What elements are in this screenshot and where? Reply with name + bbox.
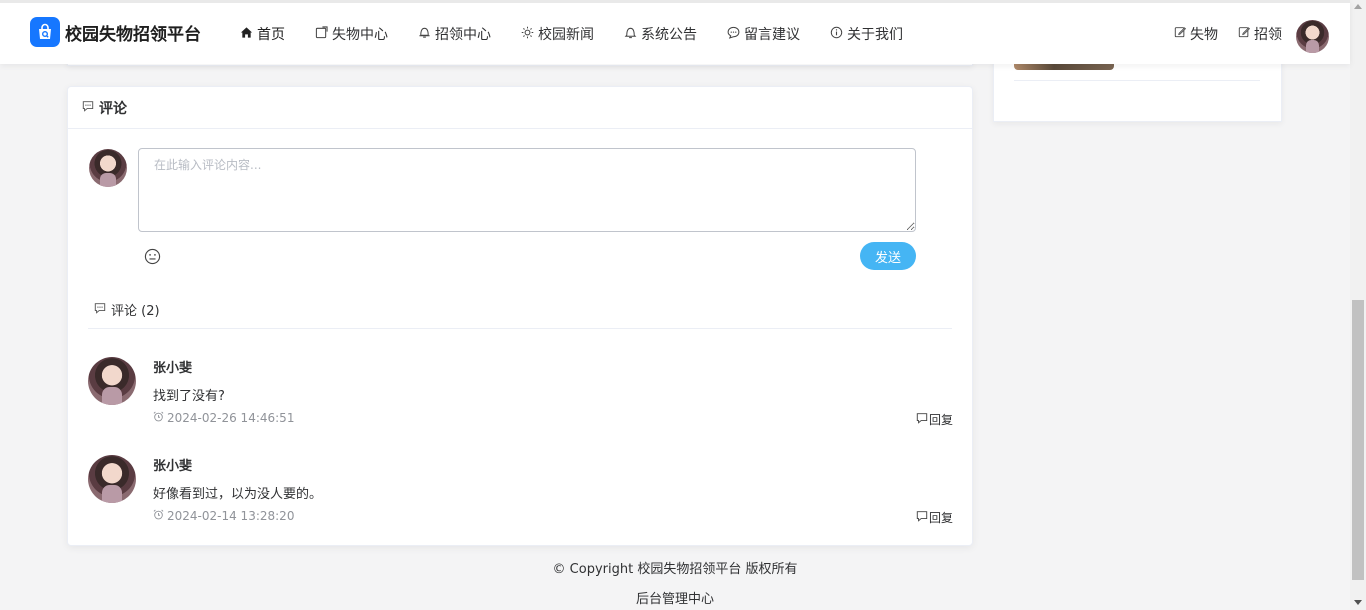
nav-item-home[interactable]: 首页 (240, 24, 285, 44)
post-found-link[interactable]: 招领 (1238, 24, 1282, 44)
comment-card-header: 评论 (68, 87, 972, 129)
nav-item-announcements[interactable]: 系统公告 (624, 24, 697, 44)
comment-time: 2024-02-14 13:28:20 (153, 509, 294, 523)
site-title: 校园失物招领平台 (65, 24, 201, 45)
emoji-icon[interactable] (144, 248, 161, 269)
comment-list-header: 评论 (2) (94, 300, 160, 319)
comment-text: 找到了没有? (153, 389, 225, 404)
home-icon (240, 26, 257, 43)
nav-item-campus-news[interactable]: 校园新闻 (521, 24, 594, 44)
nav-item-label: 留言建议 (744, 27, 800, 43)
nav-item-label: 招领中心 (435, 27, 491, 43)
footer-copyright: © Copyright 校园失物招领平台 版权所有 (552, 562, 798, 577)
alarm-clock-icon (153, 509, 167, 523)
reply-label: 回复 (929, 413, 954, 427)
post-lost-link[interactable]: 失物 (1174, 24, 1218, 44)
chat-bubble-icon (727, 26, 744, 43)
comment-icon (916, 510, 929, 525)
top-navbar: 校园失物招领平台 首页 失物中心 招领中心 校园新闻 系统公告 留言建议 关于我… (0, 0, 1350, 64)
commenter-name: 张小斐 (153, 459, 193, 474)
sun-icon (521, 26, 538, 43)
nav-item-lost-center[interactable]: 失物中心 (315, 24, 388, 44)
bell-icon (624, 26, 641, 43)
comment-card: 评论 发送 评论 (2) 张小斐 找到了没有? 2024-02-26 14:46… (67, 86, 973, 546)
comment-icon (94, 302, 111, 318)
comment-card-title: 评论 (99, 100, 127, 117)
nav-item-label: 失物中心 (332, 27, 388, 43)
comment-count: 评论 (2) (111, 304, 160, 319)
comment-timestamp: 2024-02-26 14:46:51 (167, 411, 295, 425)
divider (1014, 80, 1260, 81)
comment-input[interactable] (138, 148, 916, 232)
nav-item-label: 校园新闻 (538, 27, 594, 43)
nav-item-label: 系统公告 (641, 27, 697, 43)
user-nav: 失物 招领 (1174, 24, 1302, 44)
share-icon (315, 25, 332, 43)
main-nav: 首页 失物中心 招领中心 校园新闻 系统公告 留言建议 关于我们 (240, 24, 933, 44)
admin-center-link[interactable]: 后台管理中心 (0, 588, 1350, 607)
post-lost-label: 失物 (1190, 27, 1218, 43)
bag-search-icon (30, 17, 60, 47)
divider (88, 328, 952, 329)
send-button[interactable]: 发送 (860, 242, 916, 270)
info-icon (830, 26, 847, 43)
comment-item: 张小斐 好像看到过，以为没人要的。 2024-02-14 13:28:20 回复 (88, 455, 954, 535)
commenter-name: 张小斐 (153, 361, 193, 376)
scroll-down-arrow-icon[interactable] (1354, 600, 1362, 605)
comment-timestamp: 2024-02-14 13:28:20 (167, 509, 295, 523)
comment-icon (916, 412, 929, 427)
edit-icon (1174, 26, 1190, 42)
nav-item-about[interactable]: 关于我们 (830, 24, 903, 44)
comment-item: 张小斐 找到了没有? 2024-02-26 14:46:51 回复 (88, 357, 954, 437)
nav-item-label: 首页 (257, 27, 285, 43)
reply-button[interactable]: 回复 (916, 411, 953, 428)
bell-outline-icon (418, 26, 435, 43)
nav-item-found-center[interactable]: 招领中心 (418, 24, 491, 44)
page-scrollbar[interactable] (1350, 0, 1366, 610)
comment-time: 2024-02-26 14:46:51 (153, 411, 294, 425)
nav-item-feedback[interactable]: 留言建议 (727, 24, 800, 44)
scrollbar-thumb[interactable] (1352, 300, 1364, 580)
alarm-clock-icon (153, 411, 167, 425)
reply-button[interactable]: 回复 (916, 509, 953, 526)
current-user-avatar (89, 149, 127, 187)
scroll-up-arrow-icon[interactable] (1354, 4, 1362, 9)
user-avatar[interactable] (1296, 20, 1329, 53)
commenter-avatar (88, 455, 136, 503)
site-logo[interactable]: 校园失物招领平台 (30, 17, 201, 47)
reply-label: 回复 (929, 511, 954, 525)
nav-item-label: 关于我们 (847, 27, 903, 43)
edit-icon (1238, 26, 1254, 42)
post-found-label: 招领 (1254, 27, 1282, 43)
commenter-avatar (88, 357, 136, 405)
comment-icon (82, 100, 99, 116)
comment-text: 好像看到过，以为没人要的。 (153, 487, 323, 502)
